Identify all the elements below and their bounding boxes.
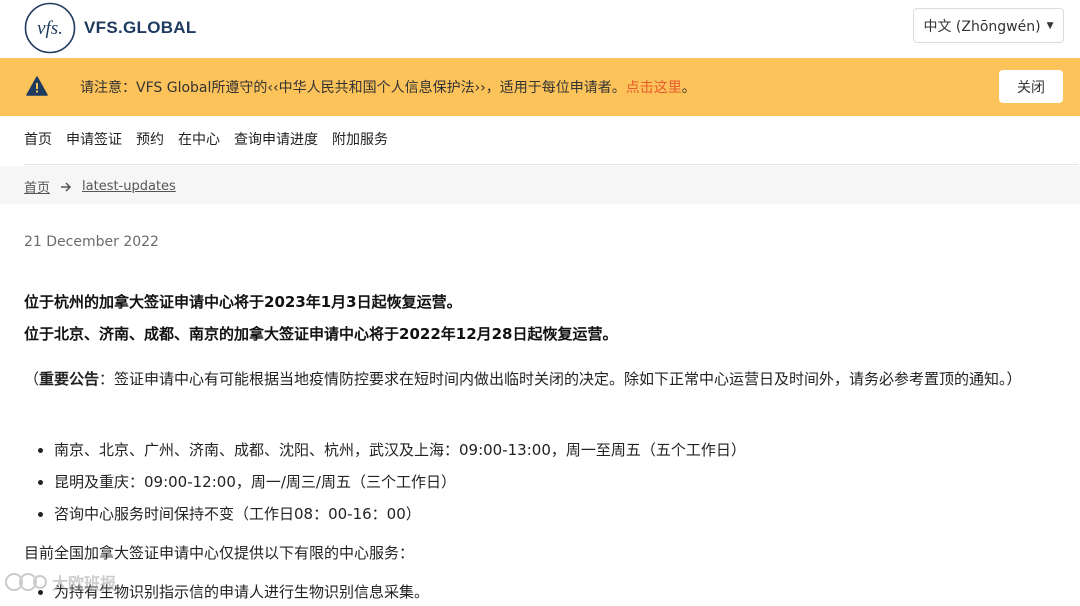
- nav-item-additional-services[interactable]: 附加服务: [332, 129, 388, 149]
- nav-item-apply-visa[interactable]: 申请签证: [66, 129, 122, 149]
- caret-down-icon: ▼: [1046, 20, 1054, 31]
- warning-icon: [26, 76, 48, 96]
- language-selector[interactable]: 中文 (Zhōngwén) ▼: [913, 8, 1064, 43]
- headline-other-centres: 位于北京、济南、成都、南京的加拿大签证申请中心将于2022年12月28日起恢复运…: [24, 325, 618, 343]
- arrow-right-icon: [61, 181, 72, 192]
- post-date: 21 December 2022: [24, 234, 159, 250]
- nav-item-home[interactable]: 首页: [24, 129, 52, 149]
- breadcrumb-current-link[interactable]: latest-updates: [82, 179, 176, 194]
- opening-hours-list: 南京、北京、广州、济南、成都、沈阳、杭州，武汉及上海：09:00-13:00，周…: [24, 438, 746, 534]
- headline-hangzhou: 位于杭州的加拿大签证申请中心将于2023年1月3日起恢复运营。: [24, 293, 462, 311]
- notice-label: 重要公告: [39, 370, 100, 388]
- privacy-alert-banner: 请注意：VFS Global所遵守的‹‹中华人民共和国个人信息保护法››，适用于…: [0, 58, 1080, 116]
- watermark: 大欧班报: [4, 569, 116, 595]
- nav-divider: [24, 164, 1078, 165]
- vfs-logo[interactable]: vfs. VFS.GLOBAL: [24, 2, 197, 54]
- svg-text:vfs.: vfs.: [37, 18, 63, 39]
- main-nav: 首页 申请签证 预约 在中心 查询申请进度 附加服务: [24, 129, 402, 149]
- site-header: vfs. VFS.GLOBAL 中文 (Zhōngwén) ▼: [0, 0, 1080, 58]
- list-item: 南京、北京、广州、济南、成都、沈阳、杭州，武汉及上海：09:00-13:00，周…: [54, 438, 746, 470]
- breadcrumb: 首页 latest-updates: [0, 166, 1080, 204]
- watermark-logo-icon: [5, 573, 47, 591]
- logo-text: VFS.GLOBAL: [84, 18, 197, 37]
- vfs-logo-mark: vfs.: [24, 2, 76, 54]
- language-label: 中文 (Zhōngwén): [923, 18, 1041, 35]
- watermark-text: 大欧班报: [52, 574, 117, 593]
- nav-item-appointment[interactable]: 预约: [136, 129, 164, 149]
- services-intro: 目前全国加拿大签证申请中心仅提供以下有限的中心服务：: [24, 544, 415, 562]
- list-item: 昆明及重庆：09:00-12:00，周一/周三/周五（三个工作日）: [54, 470, 746, 502]
- list-item: 咨询中心服务时间保持不变（工作日08：00-16：00）: [54, 502, 746, 534]
- alert-click-here-link[interactable]: 点击这里: [626, 80, 682, 96]
- nav-item-at-centre[interactable]: 在中心: [178, 129, 220, 149]
- nav-item-track-application[interactable]: 查询申请进度: [234, 129, 318, 149]
- important-notice: （重要公告：签证申请中心有可能根据当地疫情防控要求在短时间内做出临时关闭的决定。…: [24, 370, 1022, 388]
- breadcrumb-home-link[interactable]: 首页: [24, 177, 50, 196]
- alert-close-button[interactable]: 关闭: [999, 70, 1063, 103]
- alert-message: 请注意：VFS Global所遵守的‹‹中华人民共和国个人信息保护法››，适用于…: [80, 80, 696, 96]
